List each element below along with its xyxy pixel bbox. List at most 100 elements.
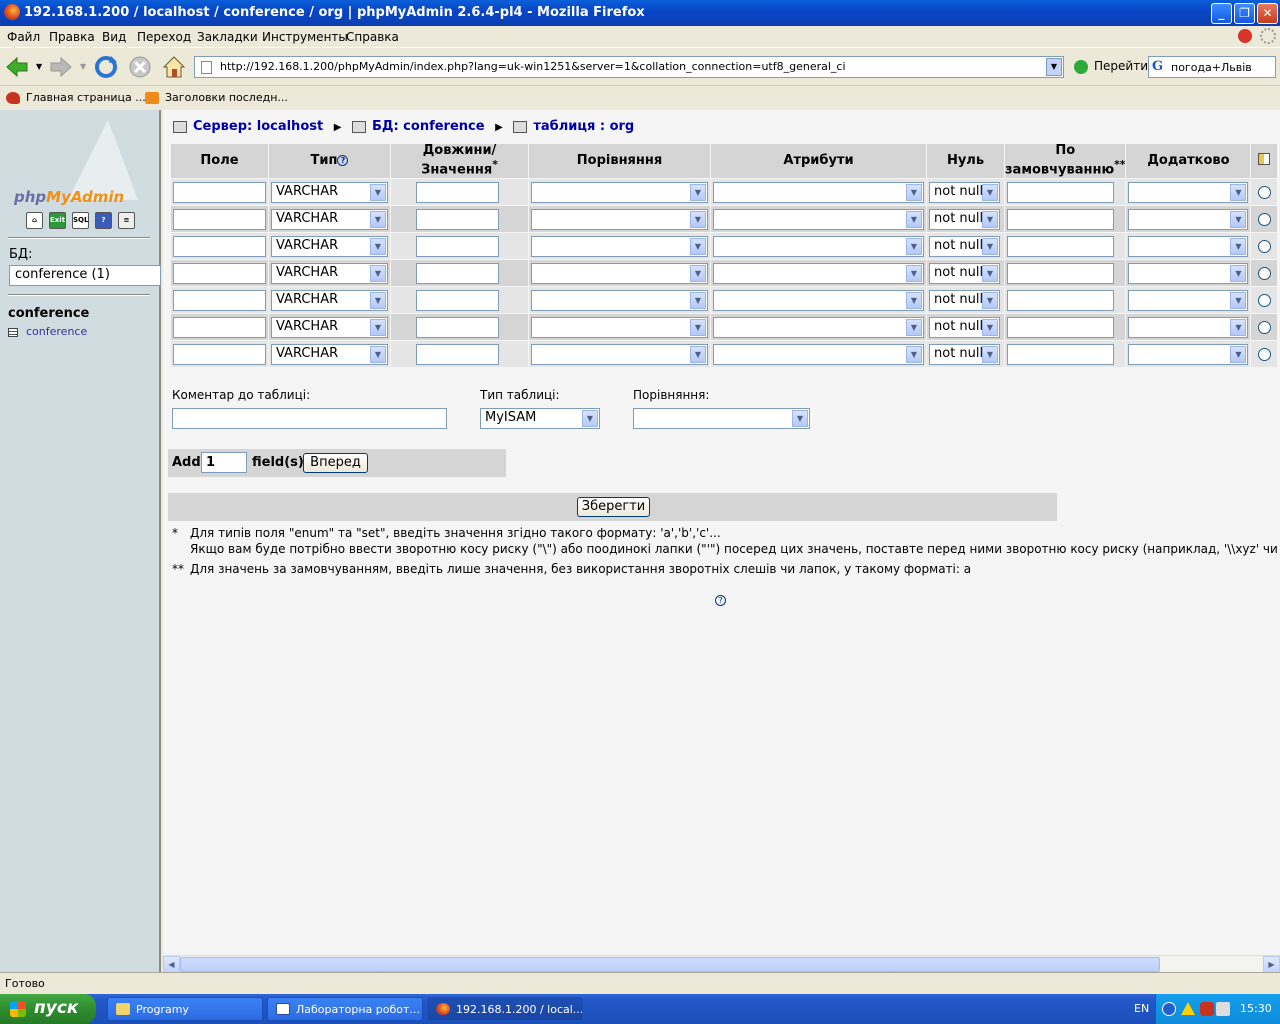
field-name-input[interactable] [173, 235, 266, 257]
stop-button-icon[interactable] [127, 54, 153, 80]
field-null-select[interactable]: not null ▼ [929, 181, 1000, 203]
exit-icon[interactable]: Exit [49, 212, 66, 229]
close-button[interactable]: ✕ [1257, 3, 1278, 24]
bookmark-headlines[interactable]: Заголовки последн... [145, 91, 288, 104]
go-button[interactable]: Перейти [1074, 59, 1148, 74]
field-collation-select[interactable]: ▼ [531, 235, 708, 257]
field-extra-select[interactable]: ▼ [1128, 343, 1249, 365]
start-button[interactable]: пуск [0, 994, 96, 1024]
taskbar-item-word[interactable]: Лабораторна робот... [267, 997, 423, 1021]
field-type-select[interactable]: VARCHAR ▼ [271, 289, 388, 311]
field-name-input[interactable] [173, 343, 266, 365]
field-extra-select[interactable]: ▼ [1128, 235, 1249, 257]
sql-icon[interactable]: SQL [72, 212, 89, 229]
field-length-input[interactable] [416, 343, 499, 365]
field-extra-select[interactable]: ▼ [1128, 208, 1249, 230]
bookmark-main-page[interactable]: Главная страница ... [6, 91, 146, 104]
primary-key-radio[interactable] [1257, 294, 1271, 307]
home-icon[interactable]: ⌂ [26, 212, 43, 229]
menu-help[interactable]: Справка [346, 30, 399, 44]
field-null-select[interactable]: not null ▼ [929, 262, 1000, 284]
field-type-select[interactable]: VARCHAR ▼ [271, 181, 388, 203]
field-null-select[interactable]: not null ▼ [929, 208, 1000, 230]
field-default-input[interactable] [1007, 289, 1114, 311]
primary-key-radio[interactable] [1257, 240, 1271, 253]
taskbar-item-programy[interactable]: Programy [107, 997, 263, 1021]
menu-tools[interactable]: Инструменты [262, 30, 348, 44]
field-attributes-select[interactable]: ▼ [713, 343, 924, 365]
primary-key-radio[interactable] [1257, 213, 1271, 226]
field-null-select[interactable]: not null ▼ [929, 235, 1000, 257]
field-attributes-select[interactable]: ▼ [713, 262, 924, 284]
web-search-input[interactable]: G погода+Львів [1148, 56, 1276, 78]
field-default-input[interactable] [1007, 262, 1114, 284]
go-forward-button[interactable]: Вперед [303, 453, 368, 473]
menu-view[interactable]: Вид [102, 30, 126, 44]
field-collation-select[interactable]: ▼ [531, 316, 708, 338]
help-question-icon[interactable]: ? [337, 155, 349, 166]
menu-edit[interactable]: Правка [49, 30, 95, 44]
field-type-select[interactable]: VARCHAR ▼ [271, 262, 388, 284]
help-icon[interactable]: ? [95, 212, 112, 229]
field-name-input[interactable] [173, 181, 266, 203]
docs-icon[interactable]: ≡ [118, 212, 135, 229]
forward-button-icon[interactable] [48, 54, 74, 80]
field-name-input[interactable] [173, 208, 266, 230]
menu-go[interactable]: Переход [137, 30, 191, 44]
field-length-input[interactable] [416, 316, 499, 338]
field-length-input[interactable] [416, 208, 499, 230]
minimize-button[interactable]: _ [1211, 3, 1232, 24]
field-default-input[interactable] [1007, 235, 1114, 257]
table-comment-input[interactable] [172, 408, 447, 429]
field-extra-select[interactable]: ▼ [1128, 316, 1249, 338]
field-length-input[interactable] [416, 289, 499, 311]
tray-app-icon[interactable] [1200, 1002, 1214, 1016]
back-dropdown-icon[interactable]: ▼ [36, 62, 42, 71]
primary-key-radio[interactable] [1257, 321, 1271, 334]
menu-bookmarks[interactable]: Закладки [197, 30, 258, 44]
db-name[interactable]: conference [8, 306, 89, 321]
field-extra-select[interactable]: ▼ [1128, 262, 1249, 284]
field-default-input[interactable] [1007, 343, 1114, 365]
horizontal-scrollbar[interactable]: ◀ ▶ [163, 955, 1280, 973]
menu-file[interactable]: Файл [7, 30, 40, 44]
scroll-left-icon[interactable]: ◀ [163, 956, 180, 973]
warning-icon[interactable] [1181, 1002, 1195, 1015]
field-length-input[interactable] [416, 235, 499, 257]
network-icon[interactable] [1216, 1002, 1230, 1016]
table-collation-select[interactable]: ▼ [633, 408, 810, 429]
field-null-select[interactable]: not null ▼ [929, 289, 1000, 311]
field-type-select[interactable]: VARCHAR ▼ [271, 316, 388, 338]
breadcrumb-table[interactable]: таблиця : org [533, 119, 634, 134]
table-type-select[interactable]: MyISAM ▼ [480, 408, 600, 429]
primary-key-radio[interactable] [1257, 348, 1271, 361]
phpmyadmin-logo[interactable]: phpMyAdmin [8, 120, 156, 210]
field-name-input[interactable] [173, 262, 266, 284]
field-default-input[interactable] [1007, 181, 1114, 203]
url-bar[interactable]: http://192.168.1.200/phpMyAdmin/index.ph… [194, 56, 1064, 78]
field-extra-select[interactable]: ▼ [1128, 181, 1249, 203]
field-attributes-select[interactable]: ▼ [713, 289, 924, 311]
table-link-conference[interactable]: conference [8, 325, 87, 338]
tray-arrow-icon[interactable] [1162, 1002, 1176, 1016]
db-select[interactable]: conference (1) [9, 265, 161, 286]
field-extra-select[interactable]: ▼ [1128, 289, 1249, 311]
field-attributes-select[interactable]: ▼ [713, 316, 924, 338]
field-collation-select[interactable]: ▼ [531, 262, 708, 284]
field-type-select[interactable]: VARCHAR ▼ [271, 208, 388, 230]
field-attributes-select[interactable]: ▼ [713, 181, 924, 203]
taskbar-item-firefox[interactable]: 192.168.1.200 / local... [427, 997, 583, 1021]
breadcrumb-server[interactable]: Сервер: localhost [193, 119, 323, 134]
save-button[interactable]: Зберегти [577, 497, 650, 517]
field-collation-select[interactable]: ▼ [531, 289, 708, 311]
field-name-input[interactable] [173, 289, 266, 311]
breadcrumb-db[interactable]: БД: conference [372, 119, 485, 134]
field-length-input[interactable] [416, 181, 499, 203]
field-default-input[interactable] [1007, 316, 1114, 338]
forward-dropdown-icon[interactable]: ▼ [80, 62, 86, 71]
back-button-icon[interactable] [4, 54, 30, 80]
clock[interactable]: 15:30 [1240, 1002, 1272, 1015]
field-null-select[interactable]: not null ▼ [929, 343, 1000, 365]
scroll-thumb[interactable] [180, 957, 1160, 972]
url-dropdown-icon[interactable]: ▼ [1046, 58, 1062, 76]
